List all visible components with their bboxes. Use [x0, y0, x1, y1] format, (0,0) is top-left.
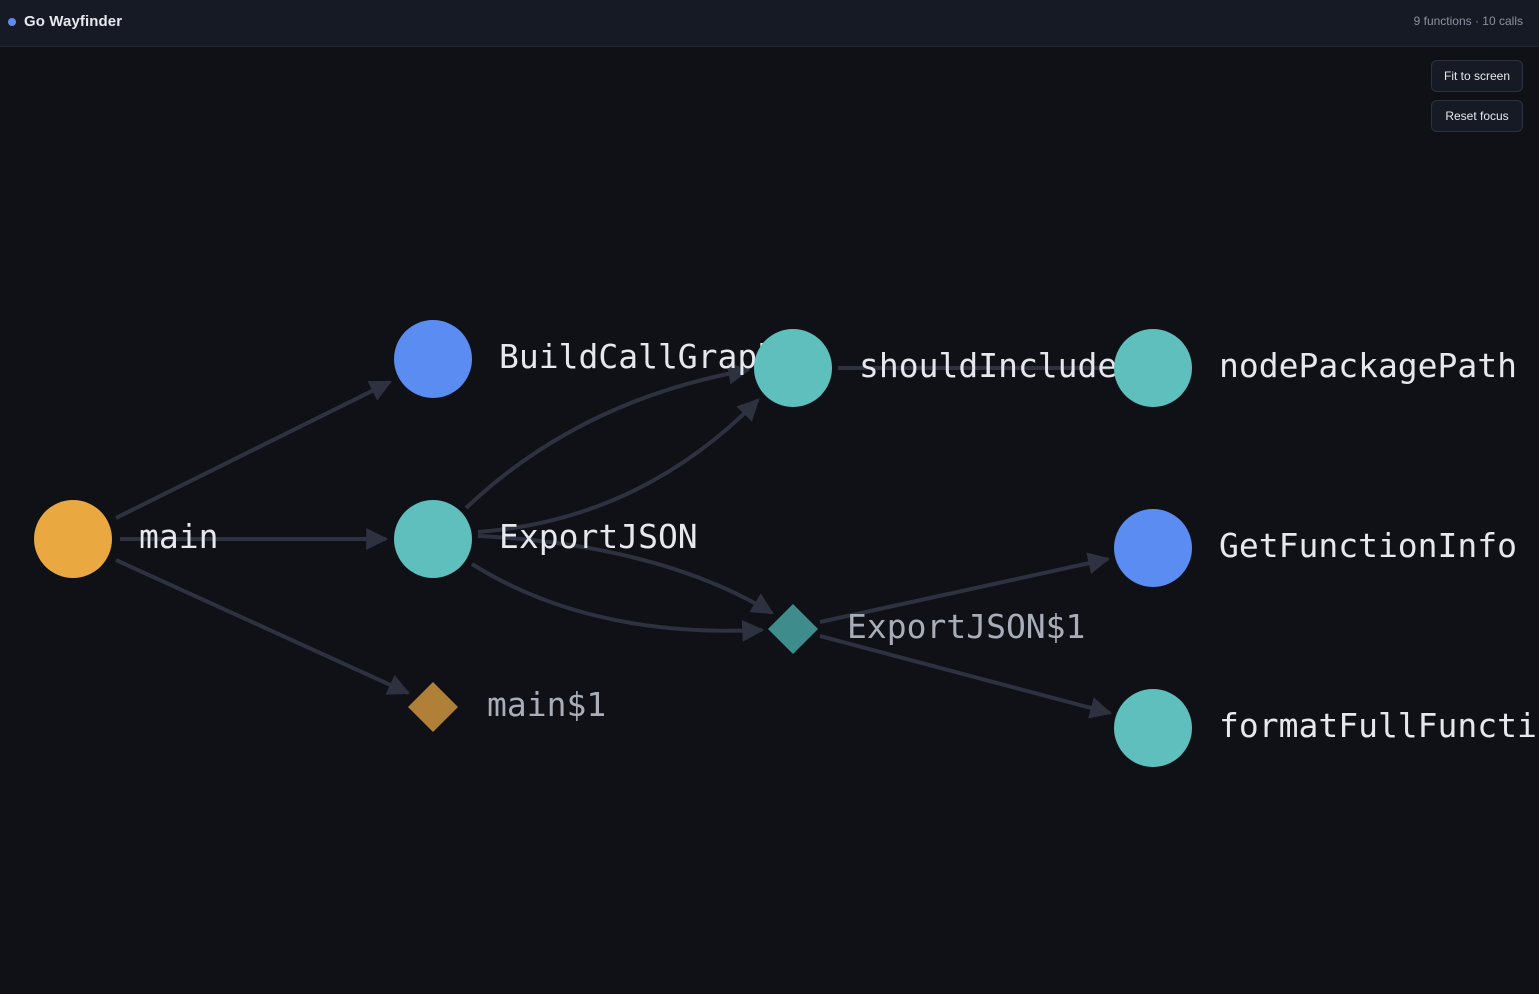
- node-formatfullfunctionname[interactable]: formatFullFunctionName: [1114, 689, 1539, 767]
- node-main1-label: main$1: [487, 685, 606, 724]
- node-exportjson1-label: ExportJSON$1: [847, 607, 1085, 646]
- node-buildcallgraph-circle[interactable]: [394, 320, 472, 398]
- node-main-label: main: [139, 517, 218, 556]
- node-buildcallgraph[interactable]: BuildCallGraph: [394, 320, 777, 398]
- node-buildcallgraph-label: BuildCallGraph: [499, 337, 777, 376]
- node-shouldinclude-circle[interactable]: [754, 329, 832, 407]
- node-getfunctioninfo-circle[interactable]: [1114, 509, 1192, 587]
- node-main1[interactable]: main$1: [408, 682, 606, 732]
- node-nodepackagepath-circle[interactable]: [1114, 329, 1192, 407]
- edge-exportjson-to-shouldinclude-b: [477, 398, 760, 534]
- reset-focus-button[interactable]: Reset focus: [1431, 100, 1523, 132]
- fit-to-screen-button[interactable]: Fit to screen: [1431, 60, 1523, 92]
- node-main1-diamond[interactable]: [408, 682, 458, 732]
- edge-exportjson-to-shouldinclude-a: [464, 362, 751, 510]
- node-getfunctioninfo-label: GetFunctionInfo: [1219, 526, 1517, 565]
- call-graph-canvas[interactable]: main BuildCallGraph ExportJSON main$1 sh…: [0, 48, 1539, 994]
- node-formatfullfunctionname-label: formatFullFunctionName: [1219, 706, 1539, 745]
- edge-main-to-main1: [115, 558, 411, 695]
- app-title: Go Wayfinder: [24, 13, 123, 30]
- edge-main-to-buildcallgraph: [115, 380, 392, 520]
- node-main-circle[interactable]: [34, 500, 112, 578]
- node-shouldinclude-label: shouldInclude: [859, 346, 1117, 385]
- edge-exportjson-to-exportjson1-b: [470, 562, 765, 642]
- node-formatfullfunctionname-circle[interactable]: [1114, 689, 1192, 767]
- top-bar: Go Wayfinder 9 functions · 10 calls: [0, 0, 1539, 47]
- node-nodepackagepath[interactable]: nodePackagePath: [1114, 329, 1517, 407]
- edge-exportjson1-to-formatfullfunctionname: [819, 634, 1113, 719]
- status-dot-icon: [8, 18, 16, 26]
- node-exportjson-circle[interactable]: [394, 500, 472, 578]
- node-getfunctioninfo[interactable]: GetFunctionInfo: [1114, 509, 1517, 587]
- node-shouldinclude[interactable]: shouldInclude: [754, 329, 1117, 407]
- node-exportjson-label: ExportJSON: [499, 517, 698, 556]
- node-exportjson1-diamond[interactable]: [768, 604, 818, 654]
- graph-stats: 9 functions · 10 calls: [1413, 14, 1523, 28]
- node-nodepackagepath-label: nodePackagePath: [1219, 346, 1517, 385]
- node-exportjson[interactable]: ExportJSON: [394, 500, 698, 578]
- node-exportjson1[interactable]: ExportJSON$1: [768, 604, 1085, 654]
- nodes-layer: main BuildCallGraph ExportJSON main$1 sh…: [34, 320, 1539, 767]
